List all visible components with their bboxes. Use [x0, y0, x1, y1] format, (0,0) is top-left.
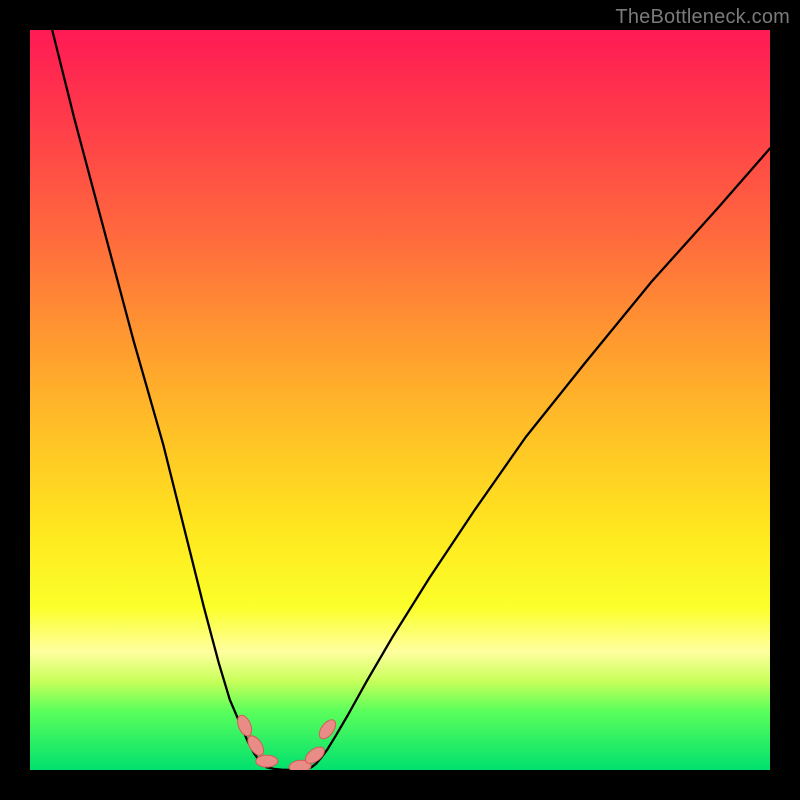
- curve-group: [52, 30, 770, 770]
- watermark-text: TheBottleneck.com: [615, 6, 790, 29]
- chart-svg: [30, 30, 770, 770]
- chart-plot-area: [30, 30, 770, 770]
- marker-3: [256, 755, 278, 767]
- marker-2: [245, 733, 267, 758]
- marker-group: [235, 713, 339, 770]
- chart-frame: TheBottleneck.com: [0, 0, 800, 800]
- bottleneck-curve: [52, 30, 770, 770]
